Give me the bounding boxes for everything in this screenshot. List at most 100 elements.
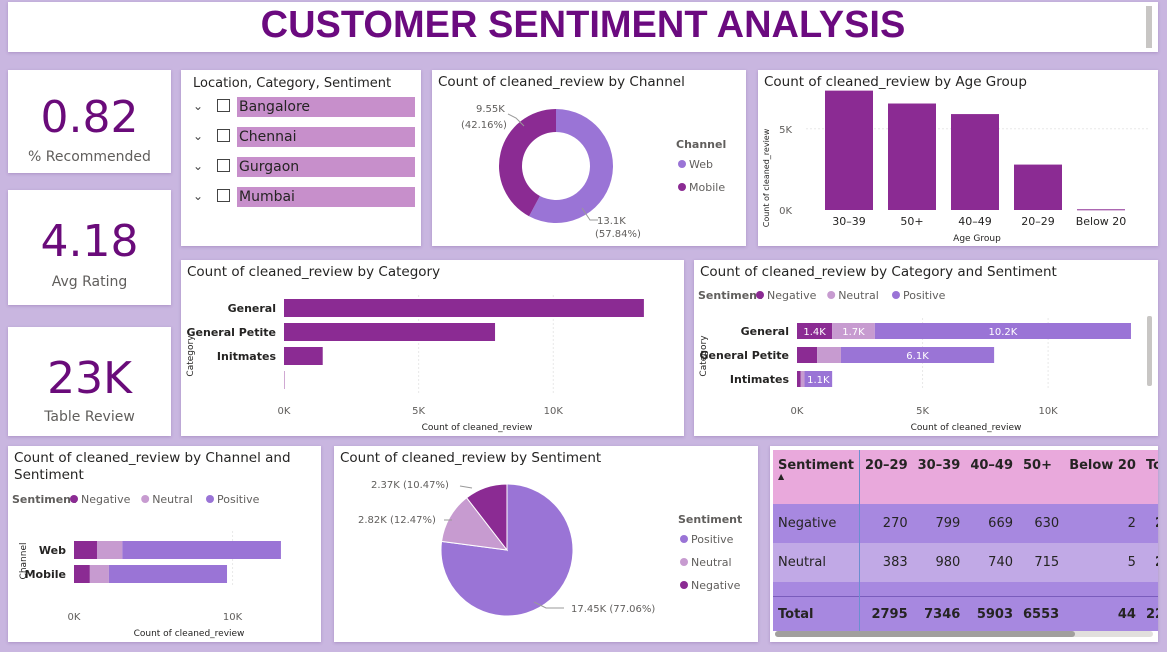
y-tick-label: 0K [779,206,792,217]
category-chart[interactable]: GeneralGeneral PetiteInitmates0K 5K 10KCou… [181,260,684,436]
data-label: 10.2K [988,327,1017,338]
y-tick-label: Mobile [25,568,66,581]
bar-segment-positive [108,565,228,583]
checkbox[interactable] [217,189,230,202]
data-label: 17.45K (77.06%) [571,604,655,615]
category-sentiment-card: Count of cleaned_review by Category and … [694,260,1158,436]
cell-value: 2370 [1140,504,1158,543]
y-tick-label: General [741,325,789,338]
channel-donut-chart[interactable]: 13.1K (57.84%) 9.55K (42.16%) Channel Web Mobi… [432,70,746,246]
kpi-value: 4.18 [40,216,139,267]
channel-sentiment-chart[interactable]: Sentiment Negative Neutral Positive Web Mobil… [8,446,321,642]
legend-label: Web [689,158,713,171]
checkbox[interactable] [217,129,230,142]
cell-value [912,582,966,597]
slicer-item-chennai[interactable]: ⌄ Chennai [193,127,418,147]
checkbox[interactable] [217,159,230,172]
category-card: Count of cleaned_review by Category Gene… [181,260,684,436]
x-tick-label: 0K [278,406,291,417]
cell-value: 740 [965,543,1018,582]
x-tick-label: 5K [916,406,929,417]
bar-segment-negative [797,371,801,387]
scrollbar[interactable] [1147,316,1152,386]
x-tick-label: 20–29 [1021,215,1055,228]
slicer-item-mumbai[interactable]: ⌄ Mumbai [193,187,418,207]
kpi-value: 0.82 [40,92,139,143]
y-tick-label: Initmates [217,350,277,363]
kpi-label: Avg Rating [51,274,128,290]
data-label: (42.16%) [461,120,507,131]
kpi-card-table-review: 23K Table Review [8,327,171,436]
row-label: Negative [773,504,860,543]
chevron-down-icon[interactable]: ⌄ [193,189,203,203]
bar [1077,209,1125,211]
data-label: 1.7K [842,327,865,338]
data-label: 13.1K [597,216,626,227]
kpi-label: Table Review [44,409,135,425]
column-header[interactable]: 40–49 [965,450,1018,504]
bar [1014,164,1062,210]
legend-marker [680,558,688,566]
channel-sentiment-card: Count of cleaned_review by Channel and S… [8,446,321,642]
kpi-label: % Recommended [28,149,151,165]
x-tick-label: 30–39 [832,215,866,228]
table-row[interactable]: Neutral38398074071552823 [773,543,1158,582]
cell-value: 2823 [1140,543,1158,582]
category-sentiment-chart[interactable]: Sentiment Negative Neutral Positive General 1… [694,260,1158,436]
cell-value: 980 [912,543,966,582]
sentiment-pie-card: Count of cleaned_review by Sentiment 17.… [334,446,758,642]
page-title: CUSTOMER SENTIMENT ANALYSIS [260,4,906,46]
legend-label: Negative [691,579,741,592]
data-label: 1.4K [803,327,826,338]
x-tick-label: 5K [412,406,425,417]
location-slicer: Location, Category, Sentiment ⌄ Bangalor… [181,70,421,246]
cell-value: 2 [1064,504,1141,543]
column-header[interactable]: Below 20 [1064,450,1141,504]
legend-marker [680,581,688,589]
chevron-down-icon[interactable]: ⌄ [193,99,203,113]
slicer-item-label: Chennai [237,127,415,147]
age-group-chart[interactable]: 0K5K30–39 50+ 40–49 20–29 Below 20Age GroupC… [758,70,1158,246]
data-label: 9.55K [476,104,505,115]
cell-value [1064,582,1141,597]
checkbox[interactable] [217,99,230,112]
column-header[interactable]: 30–39 [912,450,966,504]
table-row[interactable]: Negative27079966963022370 [773,504,1158,543]
matrix-scrollbar-thumb[interactable] [775,631,1075,637]
bar [284,347,323,365]
column-header[interactable]: 50+ [1018,450,1065,504]
total-value: 44 [1064,596,1141,631]
legend-marker [70,495,78,503]
bar-segment-negative [74,565,90,583]
data-label: 6.1K [906,351,929,362]
column-header[interactable]: Total [1140,450,1158,504]
legend-title: Sentiment [698,289,762,302]
legend-label: Negative [767,289,817,302]
y-tick-label: 5K [779,125,792,136]
x-tick-label: 50+ [900,215,923,228]
chevron-down-icon[interactable]: ⌄ [193,129,203,143]
legend-marker [756,291,764,299]
sentiment-sort-header[interactable]: Sentiment ▲ [773,450,860,504]
legend-marker [892,291,900,299]
legend-title: Sentiment [678,513,742,526]
x-axis-label: Count of cleaned_review [134,629,245,639]
legend-title: Sentiment [12,493,76,506]
title-scrollbar[interactable] [1146,6,1152,48]
total-value: 2795 [858,596,913,631]
bar-segment-positive [122,541,281,559]
x-tick-label: 40–49 [958,215,992,228]
column-header[interactable]: 20–29 [858,450,913,504]
chevron-down-icon[interactable]: ⌄ [193,159,203,173]
sort-arrow-icon[interactable]: ▲ [778,473,854,481]
slicer-item-bangalore[interactable]: ⌄ Bangalore [193,97,418,117]
sentiment-pie-chart[interactable]: 17.45K (77.06%) 2.82K (12.47%) 2.37K (10.4… [334,446,758,642]
total-row: Total27957346590365534422641 [773,596,1158,631]
bar [888,103,936,210]
x-tick-label: 0K [791,406,804,417]
legend-title: Channel [676,138,726,151]
slicer-item-label: Bangalore [237,97,415,117]
legend-label: Neutral [152,493,193,506]
y-tick-label: Web [39,544,66,557]
slicer-item-gurgaon[interactable]: ⌄ Gurgaon [193,157,418,177]
